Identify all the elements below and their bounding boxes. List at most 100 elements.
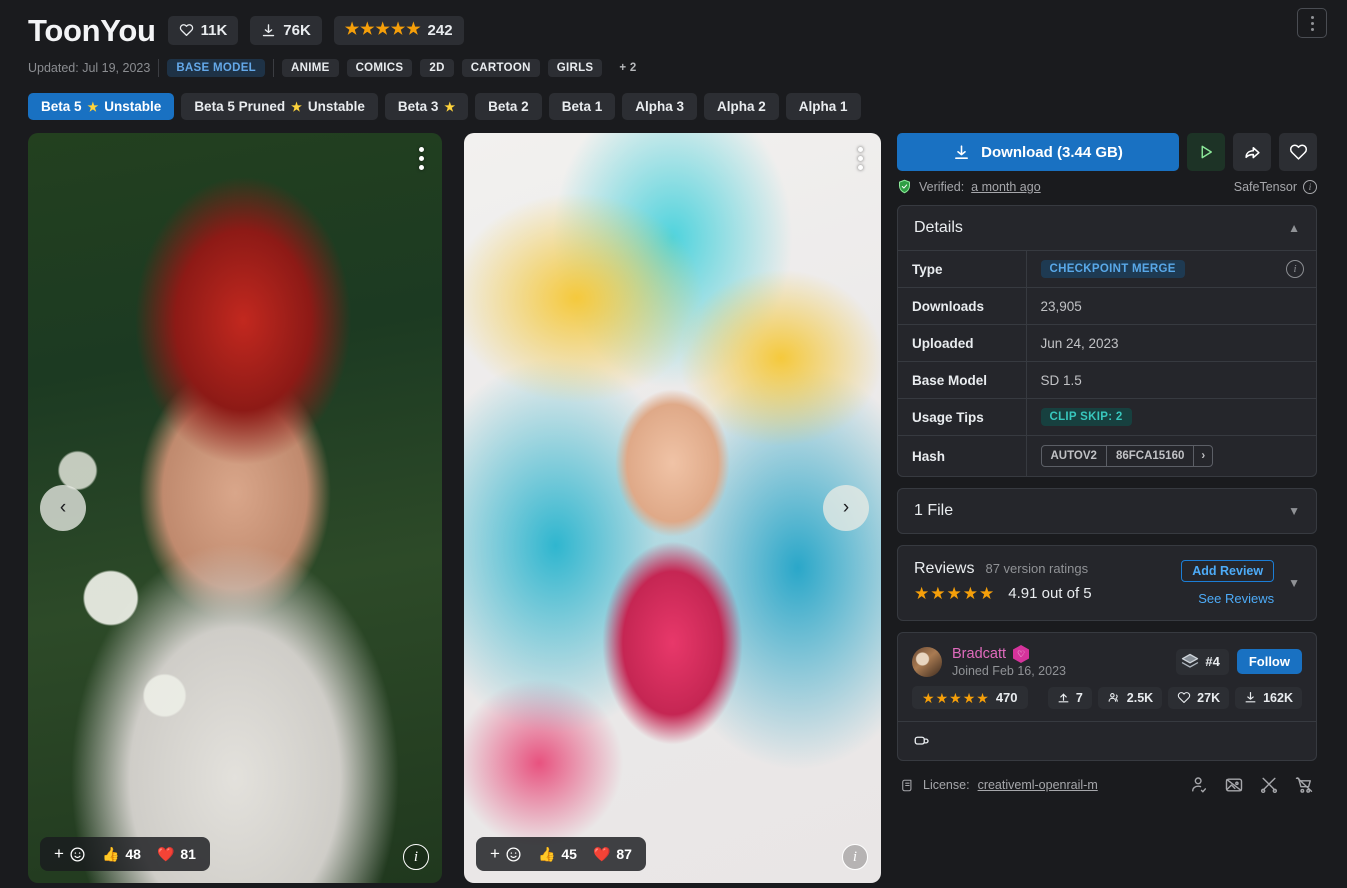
thumbs-up-reaction-2[interactable]: 👍 45 — [530, 843, 585, 866]
image-options-button[interactable] — [854, 143, 867, 174]
add-reaction-button-2[interactable]: + — [482, 841, 530, 867]
image-info-button-2[interactable]: i — [842, 844, 868, 870]
table-row: Type CHECKPOINT MERGE i — [898, 250, 1316, 288]
no-merge-icon[interactable] — [1258, 775, 1280, 795]
gallery-image-card-2[interactable]: › + 👍 45 ❤️ 87 i — [464, 133, 881, 883]
version-label: Alpha 3 — [635, 99, 684, 114]
image-info-button-1[interactable]: i — [403, 844, 429, 870]
chevron-up-icon: ▲ — [1288, 221, 1300, 235]
reviews-summary: Reviews 87 version ratings ★ ★ ★ ★ ★ 4.91 ou… — [914, 560, 1181, 602]
reaction-bar-1: + 👍 48 ❤️ 81 — [40, 837, 210, 871]
creator-rank-badge: #4 — [1176, 648, 1229, 675]
tag-anime[interactable]: ANIME — [282, 59, 339, 77]
gallery-next-button[interactable]: › — [823, 485, 869, 531]
image-options-button[interactable] — [415, 143, 428, 174]
hash-group: AUTOV2 86FCA15160 › — [1040, 445, 1214, 467]
creator-likes-count: 27K — [1197, 690, 1221, 705]
safetensor-label: SafeTensor — [1233, 179, 1297, 194]
safetensor-status: SafeTensor i — [1233, 179, 1317, 194]
hash-next-button[interactable]: › — [1193, 446, 1212, 466]
page-options-button[interactable] — [1297, 8, 1327, 38]
details-panel-header[interactable]: Details ▲ — [898, 206, 1316, 250]
creator-panel: Bradcatt ♡ Joined Feb 16, 2023 #4 Follow… — [897, 632, 1317, 761]
license-link[interactable]: creativeml-openrail-m — [978, 778, 1098, 792]
creator-downloads-stat: 162K — [1235, 686, 1302, 709]
avatar[interactable] — [912, 646, 942, 677]
version-tab-beta-3[interactable]: Beta 3 ★ — [384, 93, 469, 120]
type-info-icon[interactable]: i — [1286, 260, 1304, 278]
chevron-down-icon[interactable]: ▼ — [1288, 576, 1300, 590]
tip-creator-row[interactable] — [898, 721, 1316, 760]
version-label: Alpha 2 — [717, 99, 766, 114]
creator-stars: ★ ★ ★ ★ ★ — [922, 689, 989, 706]
chevron-down-icon: ▼ — [1288, 504, 1300, 518]
likes-stat[interactable]: 11K — [167, 15, 239, 45]
version-tab-beta-5[interactable]: Beta 5 ★ Unstable — [28, 93, 175, 120]
divider — [273, 59, 274, 77]
favorite-button[interactable] — [1279, 133, 1317, 171]
sparkle-icon: ★ — [87, 99, 99, 114]
no-credit-icon[interactable] — [1188, 775, 1210, 795]
version-tab-alpha-3[interactable]: Alpha 3 — [622, 93, 697, 120]
kebab-dot — [1310, 21, 1314, 25]
heart-reaction-2[interactable]: ❤️ 87 — [585, 843, 640, 866]
verification-row: Verified: a month ago SafeTensor i — [897, 179, 1317, 194]
downloads-stat[interactable]: 76K — [250, 15, 322, 45]
detail-value-type: CHECKPOINT MERGE i — [1026, 251, 1316, 288]
version-label: Beta 3 — [397, 99, 439, 114]
tag-girls[interactable]: GIRLS — [547, 59, 603, 77]
details-panel: Details ▲ Type CHECKPOINT MERGE i Downlo… — [897, 205, 1317, 477]
download-icon — [953, 144, 970, 161]
files-panel-header[interactable]: 1 File ▼ — [898, 489, 1316, 533]
model-detail-page: ToonYou 11K 76K ★ ★ ★ ★ ★ 242 Updated: J… — [0, 0, 1347, 888]
version-tab-alpha-1[interactable]: Alpha 1 — [785, 93, 861, 120]
table-row: Base Model SD 1.5 — [898, 361, 1316, 399]
thumbs-up-reaction-1[interactable]: 👍 48 — [94, 843, 149, 866]
verified-time-link[interactable]: a month ago — [971, 180, 1041, 194]
download-button-label: Download (3.44 GB) — [981, 143, 1123, 161]
follow-button[interactable]: Follow — [1236, 649, 1302, 674]
run-model-button[interactable] — [1187, 133, 1225, 171]
tag-comics[interactable]: COMICS — [346, 59, 413, 77]
downloads-count: 76K — [283, 21, 311, 39]
tag-more[interactable]: + 2 — [610, 59, 645, 77]
detail-key-usage-tips: Usage Tips — [898, 398, 1027, 436]
image-gallery: ‹ + 👍 48 ❤️ 81 i › + 👍 45 ❤️ 87 i — [28, 133, 881, 883]
license-row: License: creativeml-openrail-m — [897, 772, 1317, 795]
version-tab-beta-5-pruned[interactable]: Beta 5 Pruned ★ Unstable — [181, 93, 378, 120]
reviews-stars: ★ ★ ★ ★ ★ — [914, 584, 995, 603]
share-button[interactable] — [1233, 133, 1271, 171]
table-row: Downloads 23,905 — [898, 287, 1316, 325]
gallery-prev-button[interactable]: ‹ — [40, 485, 86, 531]
page-title: ToonYou — [28, 12, 156, 48]
tag-cartoon[interactable]: CARTOON — [461, 59, 540, 77]
version-tab-alpha-2[interactable]: Alpha 2 — [704, 93, 779, 120]
kebab-dot — [419, 165, 424, 170]
version-tab-beta-1[interactable]: Beta 1 — [548, 93, 616, 120]
info-icon[interactable]: i — [1303, 179, 1317, 194]
no-sell-icon[interactable] — [1293, 775, 1315, 795]
add-review-button[interactable]: Add Review — [1181, 560, 1275, 582]
heart-icon — [179, 23, 194, 37]
table-row: Usage Tips CLIP SKIP: 2 — [898, 398, 1316, 436]
details-heading: Details — [914, 219, 963, 236]
version-tab-beta-2[interactable]: Beta 2 — [475, 93, 542, 120]
heart-reaction-1[interactable]: ❤️ 81 — [149, 843, 204, 866]
see-reviews-link[interactable]: See Reviews — [1198, 591, 1274, 606]
version-label: Beta 5 — [41, 99, 82, 114]
creator-rating-count: 470 — [995, 690, 1018, 705]
kebab-dot — [419, 147, 424, 152]
add-reaction-button-1[interactable]: + — [46, 841, 94, 867]
clip-skip-badge: CLIP SKIP: 2 — [1040, 408, 1132, 426]
tag-base-model[interactable]: BASE MODEL — [167, 59, 265, 77]
version-tabs: Beta 5 ★ Unstable Beta 5 Pruned ★ Unstab… — [0, 79, 1347, 120]
no-image-sale-icon[interactable] — [1223, 775, 1245, 795]
rating-stat[interactable]: ★ ★ ★ ★ ★ 242 — [333, 15, 464, 45]
creator-name[interactable]: Bradcatt — [952, 646, 1006, 662]
reviews-count: 87 version ratings — [985, 561, 1089, 576]
download-button[interactable]: Download (3.44 GB) — [897, 133, 1179, 171]
table-row: Uploaded Jun 24, 2023 — [898, 324, 1316, 362]
tag-2d[interactable]: 2D — [420, 59, 454, 77]
coffee-icon — [912, 732, 932, 750]
gallery-image-card-1[interactable]: ‹ + 👍 48 ❤️ 81 i — [28, 133, 442, 883]
